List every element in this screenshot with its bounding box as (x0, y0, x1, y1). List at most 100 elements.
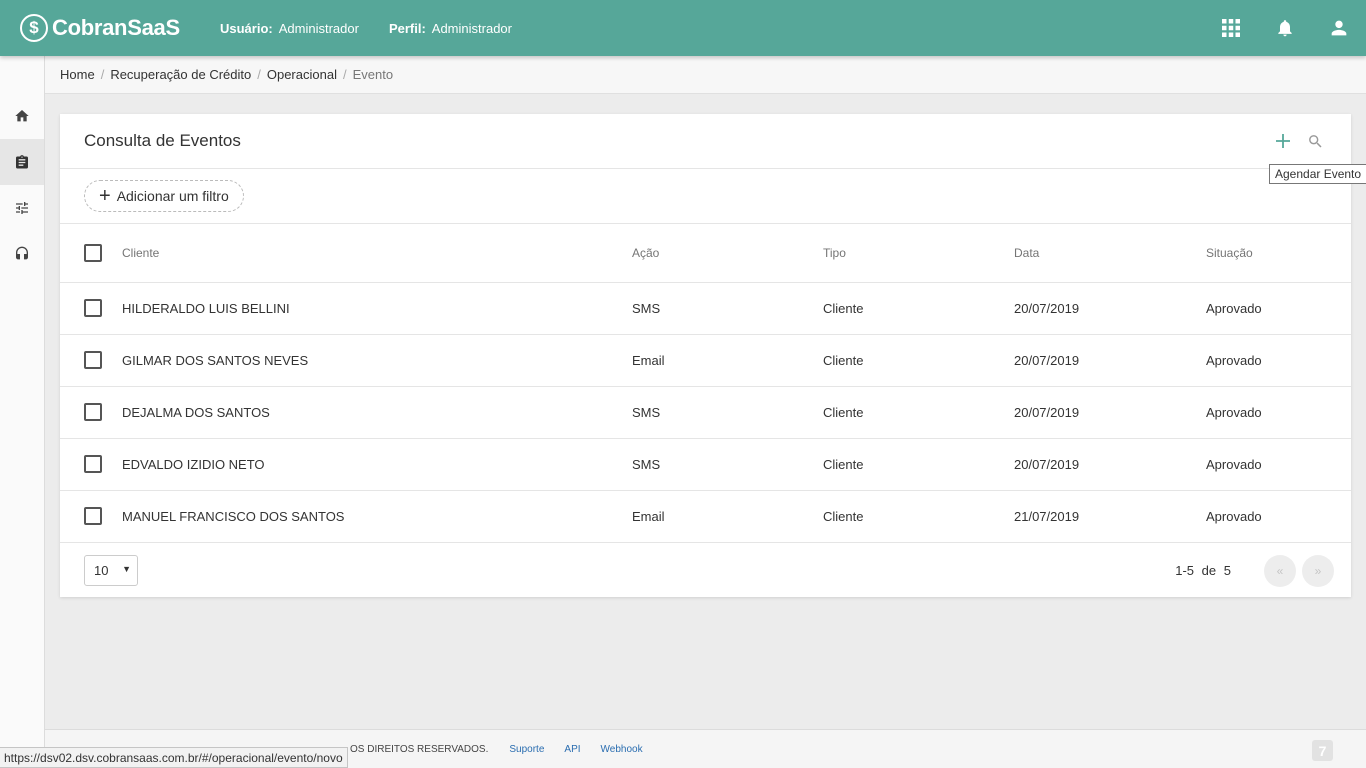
row-checkbox[interactable] (84, 403, 102, 421)
cell-situacao: Aprovado (1206, 404, 1262, 420)
add-filter-button[interactable]: + Adicionar um filtro (84, 180, 244, 212)
cell-tipo: Cliente (823, 352, 864, 368)
cell-cliente: DEJALMA DOS SANTOS (122, 404, 270, 420)
row-checkbox-cell (60, 438, 122, 490)
cell-cliente: HILDERALDO LUIS BELLINI (122, 300, 290, 316)
page-range: 1-5 (1175, 562, 1195, 578)
top-actions (1204, 0, 1366, 56)
breadcrumb-recuperacao[interactable]: Recuperação de Crédito (110, 67, 251, 82)
row-checkbox-cell (60, 282, 122, 334)
cell-acao: SMS (632, 456, 661, 472)
search-button[interactable] (1299, 128, 1331, 154)
page-count: 1-5 de 5 (1175, 563, 1231, 578)
cell-tipo: Cliente (823, 456, 864, 472)
page-size-select[interactable]: 10 ▼ (84, 554, 138, 586)
cell-cliente: EDVALDO IZIDIO NETO (122, 456, 265, 472)
breadcrumb-separator: / (342, 67, 347, 82)
select-all-checkbox[interactable] (84, 243, 102, 262)
column-header-acao[interactable]: Ação (632, 224, 823, 282)
page-title: Consulta de Eventos (84, 131, 241, 150)
plus-icon: + (99, 185, 111, 207)
breadcrumb-evento: Evento (352, 67, 394, 82)
events-table: Cliente Ação Tipo Data Situação HILDERAL… (60, 224, 1351, 543)
breadcrumb: Home / Recuperação de Crédito / Operacio… (45, 56, 1366, 94)
cell-acao: SMS (632, 404, 661, 420)
add-event-tooltip: Agendar Evento (1269, 164, 1366, 184)
select-all-cell (60, 224, 122, 282)
card-header: Consulta de Eventos (60, 114, 1351, 169)
page-total: 5 (1223, 562, 1231, 578)
row-checkbox[interactable] (84, 455, 102, 473)
status-bar-url: https://dsv02.dsv.cobransaas.com.br/#/op… (0, 747, 348, 768)
breadcrumb-home[interactable]: Home (60, 67, 95, 82)
pager: « » (1258, 554, 1334, 587)
row-checkbox-cell (60, 490, 122, 542)
cell-cliente: MANUEL FRANCISCO DOS SANTOS (122, 508, 345, 524)
sidebar-item-home[interactable] (0, 93, 44, 139)
next-page-button[interactable]: » (1302, 554, 1334, 587)
sidebar-item-configuracoes[interactable] (0, 185, 44, 231)
sidebar-item-operacional[interactable] (0, 139, 44, 185)
cell-tipo: Cliente (823, 404, 864, 420)
column-header-data[interactable]: Data (1014, 224, 1206, 282)
add-event-button[interactable] (1267, 128, 1299, 154)
cell-situacao: Aprovado (1206, 508, 1262, 524)
user-info: Usuário: Administrador Perfil: Administrad… (220, 21, 542, 36)
column-header-cliente[interactable]: Cliente (122, 224, 632, 282)
profile-label: Perfil: (388, 20, 426, 36)
page-size-value: 10 (94, 562, 109, 578)
cell-data: 20/07/2019 (1014, 300, 1080, 316)
row-checkbox[interactable] (84, 351, 102, 369)
column-header-situacao[interactable]: Situação (1206, 224, 1351, 282)
footer-logo-icon: 7 (1312, 740, 1333, 761)
user-icon[interactable] (1312, 0, 1366, 56)
cell-acao: SMS (632, 300, 661, 316)
user-value: Administrador (278, 20, 359, 36)
table-row[interactable]: GILMAR DOS SANTOS NEVES Email Cliente 20… (60, 334, 1351, 386)
sidebar-item-atendimento[interactable] (0, 231, 44, 277)
top-bar: $ CobranSaaS Usuário: Administrador Perfi… (0, 0, 1366, 56)
table-header-row: Cliente Ação Tipo Data Situação (60, 224, 1351, 282)
footer-link-suporte[interactable]: Suporte (509, 744, 544, 755)
table-row[interactable]: HILDERALDO LUIS BELLINI SMS Cliente 20/0… (60, 282, 1351, 334)
app-logo[interactable]: $ CobranSaaS (20, 14, 220, 42)
cell-data: 21/07/2019 (1014, 508, 1080, 524)
table-row[interactable]: EDVALDO IZIDIO NETO SMS Cliente 20/07/20… (60, 438, 1351, 490)
logo-mark: $ (20, 14, 48, 42)
profile-value: Administrador (431, 20, 512, 36)
user-info-group: Usuário: Administrador (220, 21, 359, 36)
filter-row: + Adicionar um filtro (60, 169, 1351, 224)
cell-acao: Email (632, 508, 665, 524)
column-header-tipo[interactable]: Tipo (823, 224, 1014, 282)
sidebar (0, 56, 45, 768)
profile-info-group: Perfil: Administrador (389, 21, 512, 36)
previous-page-button[interactable]: « (1264, 554, 1296, 587)
sliders-icon (16, 202, 28, 214)
row-checkbox[interactable] (84, 507, 102, 525)
copyright-text: OS DIREITOS RESERVADOS. (350, 743, 489, 755)
breadcrumb-separator: / (100, 67, 105, 82)
row-checkbox[interactable] (84, 299, 102, 317)
cell-situacao: Aprovado (1206, 300, 1262, 316)
pagination-bar: 10 ▼ 1-5 de 5 « » (60, 543, 1351, 598)
table-row[interactable]: MANUEL FRANCISCO DOS SANTOS Email Client… (60, 490, 1351, 542)
clipboard-icon (16, 154, 28, 168)
plus-icon (1276, 134, 1290, 148)
breadcrumb-operacional[interactable]: Operacional (267, 67, 337, 82)
row-checkbox-cell (60, 386, 122, 438)
footer-link-api[interactable]: API (564, 744, 580, 755)
cell-situacao: Aprovado (1206, 352, 1262, 368)
home-icon (15, 110, 29, 122)
search-icon (1308, 134, 1322, 148)
user-label: Usuário: (220, 20, 273, 36)
cell-tipo: Cliente (823, 508, 864, 524)
footer-link-webhook[interactable]: Webhook (601, 744, 643, 755)
header-actions (1267, 128, 1331, 154)
cell-situacao: Aprovado (1206, 456, 1262, 472)
headset-icon (16, 246, 28, 260)
bell-icon[interactable] (1258, 0, 1312, 56)
cell-data: 20/07/2019 (1014, 352, 1080, 368)
logo-text: CobranSaaS (52, 15, 180, 40)
table-row[interactable]: DEJALMA DOS SANTOS SMS Cliente 20/07/201… (60, 386, 1351, 438)
apps-grid-icon[interactable] (1204, 0, 1258, 56)
